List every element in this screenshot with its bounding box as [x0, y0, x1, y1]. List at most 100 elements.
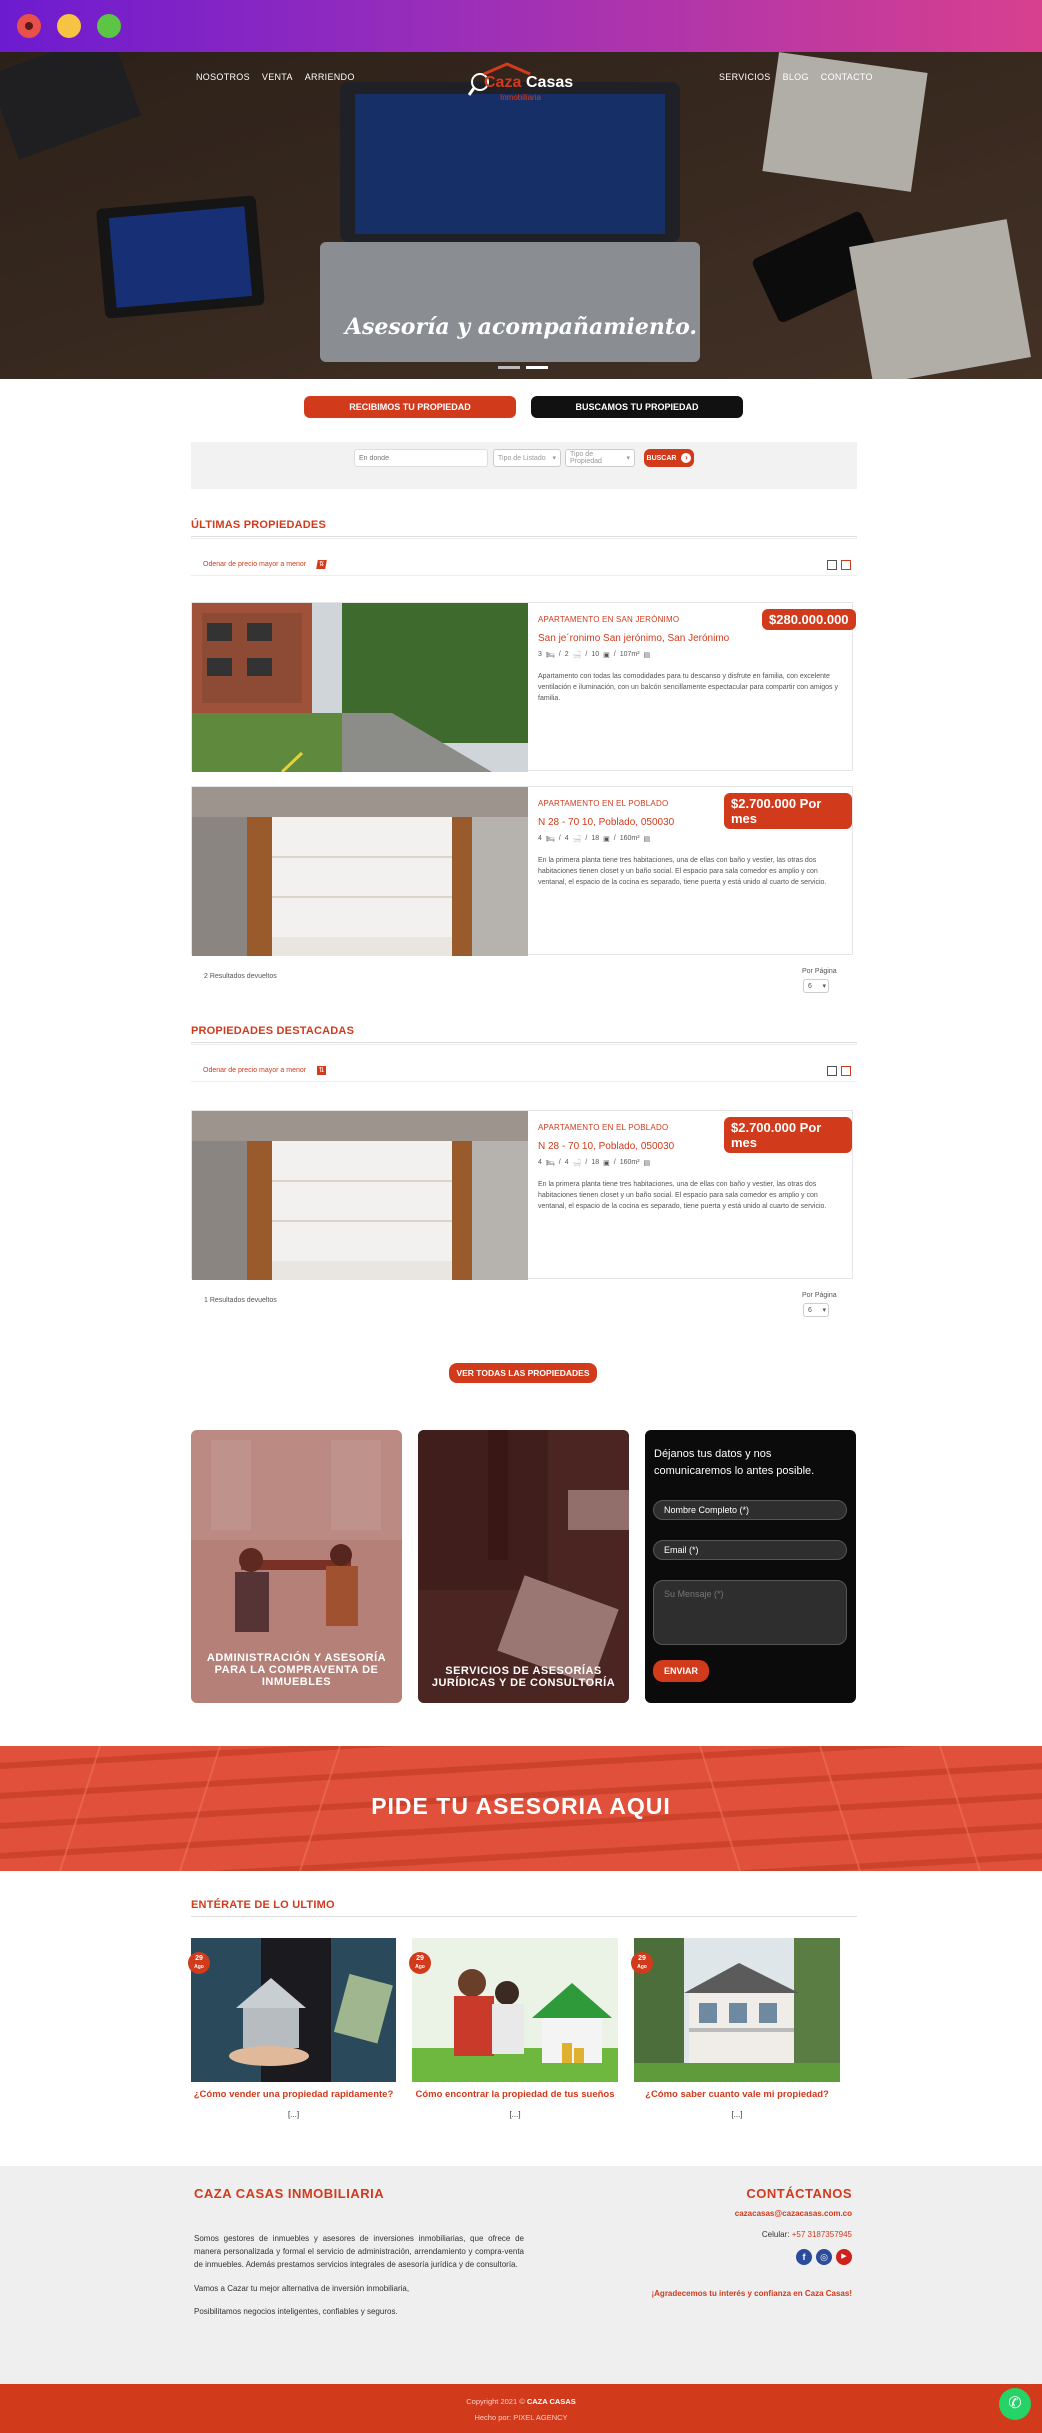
- property-title[interactable]: APARTAMENTO EN EL POBLADO: [538, 1123, 668, 1132]
- chevron-down-icon: ▾: [822, 1307, 826, 1314]
- property-address: N 28 - 70 10, Poblado, 050030: [538, 1141, 675, 1152]
- sort-order-icon[interactable]: ⇅: [316, 560, 327, 569]
- consultation-banner[interactable]: PIDE TU ASESORIA AQUI: [0, 1746, 1042, 1871]
- main-nav-left: NOSOTROS VENTA ARRIENDO: [196, 72, 355, 82]
- area-icon: ▤: [643, 1160, 651, 1167]
- whatsapp-icon[interactable]: ✆: [999, 2388, 1031, 2420]
- main-nav-right: SERVICIOS BLOG CONTACTO: [719, 72, 873, 82]
- bedrooms-count: 4: [538, 835, 542, 842]
- blog-post-excerpt: [...]: [287, 2110, 300, 2119]
- post-date-badge: 29 Ago: [409, 1952, 431, 1974]
- receive-property-button[interactable]: RECIBIMOS TU PROPIEDAD: [304, 396, 516, 418]
- property-title[interactable]: APARTAMENTO EN SAN JERÓNIMO: [538, 615, 679, 624]
- message-field[interactable]: Su Mensaje (*): [653, 1580, 847, 1645]
- social-links: f ◎ ▶: [796, 2249, 852, 2265]
- sort-dropdown[interactable]: Odenar de precio mayor a menor: [203, 1067, 306, 1074]
- per-page-value: 6: [808, 1306, 812, 1314]
- area-icon: ▤: [643, 836, 651, 843]
- nav-blog[interactable]: BLOG: [783, 72, 809, 82]
- post-month: Ago: [194, 1964, 204, 1970]
- property-description: En la primera planta tiene tres habitaci…: [538, 857, 827, 886]
- youtube-icon[interactable]: ▶: [836, 2249, 852, 2265]
- property-description: Apartamento con todas las comodidades pa…: [538, 673, 838, 702]
- property-card[interactable]: APARTAMENTO EN EL POBLADO $2.700.000 Por…: [191, 786, 853, 956]
- hero-caption: Asesoría y acompañamiento.: [344, 314, 698, 340]
- copyright-brand: CAZA CASAS: [526, 2397, 576, 2406]
- chevron-down-icon: ▾: [552, 455, 556, 462]
- location-input[interactable]: [354, 449, 488, 467]
- nav-servicios[interactable]: SERVICIOS: [719, 72, 771, 82]
- footer-about: Somos gestores de inmuebles y asesores d…: [194, 2234, 524, 2269]
- made-by-text[interactable]: Hecho por: PIXEL AGENCY: [0, 2413, 1042, 2422]
- close-window-button[interactable]: [17, 14, 41, 38]
- bathrooms-count: 2: [564, 651, 569, 658]
- chevron-down-icon: ▾: [822, 983, 826, 990]
- footer-email[interactable]: cazacasas@cazacasas.com.co: [735, 2209, 852, 2218]
- listing-type-value: Tipo de Listado: [498, 454, 546, 462]
- banner-title: PIDE TU ASESORIA AQUI: [371, 1793, 671, 1819]
- see-all-properties-button[interactable]: VER TODAS LAS PROPIEDADES: [449, 1363, 597, 1383]
- blog-post-image[interactable]: [412, 1938, 618, 2082]
- blog-post-title[interactable]: ¿Cómo saber cuanto vale mi propiedad?: [634, 2089, 840, 2100]
- property-type-select[interactable]: Tipo de Propiedad ▾: [565, 449, 635, 467]
- service-card-legal[interactable]: SERVICIOS DE ASESORÍAS JURÍDICAS Y DE CO…: [418, 1430, 629, 1703]
- area-value: 107m²: [619, 651, 640, 658]
- bed-icon: 🛏: [545, 652, 555, 659]
- maximize-window-button[interactable]: [97, 14, 121, 38]
- minimize-window-button[interactable]: [57, 14, 81, 38]
- nav-arriendo[interactable]: ARRIENDO: [305, 72, 355, 82]
- post-month: Ago: [637, 1964, 647, 1970]
- sort-dropdown[interactable]: Odenar de precio mayor a menor: [203, 561, 306, 568]
- family-house-photo: [412, 1938, 618, 2082]
- facebook-icon[interactable]: f: [796, 2249, 812, 2265]
- sort-order-icon[interactable]: ⇅: [317, 1066, 326, 1075]
- footer-thanks: ¡Agradecemos tu interés y confianza en C…: [651, 2289, 852, 2298]
- nav-venta[interactable]: VENTA: [262, 72, 293, 82]
- email-field[interactable]: Email (*): [653, 1540, 847, 1560]
- service-title: ADMINISTRACIÓN Y ASESORÍA PARA LA COMPRA…: [206, 1652, 387, 1688]
- property-title[interactable]: APARTAMENTO EN EL POBLADO: [538, 799, 668, 808]
- property-card[interactable]: APARTAMENTO EN EL POBLADO $2.700.000 Por…: [191, 1110, 853, 1280]
- listing-type-select[interactable]: Tipo de Listado ▾: [493, 449, 561, 467]
- per-page-value: 6: [808, 982, 812, 990]
- grid-view-icon[interactable]: [827, 560, 837, 570]
- instagram-icon[interactable]: ◎: [816, 2249, 832, 2265]
- blog-post-title[interactable]: ¿Cómo vender una propiedad rapidamente?: [191, 2089, 396, 2100]
- list-view-icon[interactable]: [841, 560, 851, 570]
- blog-post-image[interactable]: [634, 1938, 840, 2082]
- search-button[interactable]: BUSCAR ›: [644, 449, 694, 467]
- logo-word-casas: Casas: [526, 74, 574, 91]
- blog-post-title[interactable]: Cómo encontrar la propiedad de tus sueño…: [412, 2089, 618, 2100]
- name-field[interactable]: Nombre Completo (*): [653, 1500, 847, 1520]
- search-property-button[interactable]: BUSCAMOS TU PROPIEDAD: [531, 396, 743, 418]
- property-photo[interactable]: [192, 603, 528, 772]
- latest-properties-title: ÚLTIMAS PROPIEDADES: [191, 519, 326, 531]
- property-type-value: Tipo de Propiedad: [570, 451, 602, 465]
- post-month: Ago: [415, 1964, 425, 1970]
- property-photo[interactable]: [192, 1111, 528, 1280]
- service-card-admin[interactable]: ADMINISTRACIÓN Y ASESORÍA PARA LA COMPRA…: [191, 1430, 402, 1703]
- per-page-select[interactable]: 6 ▾: [803, 1303, 829, 1317]
- copyright-text: Copyright 2021 © CAZA CASAS: [0, 2397, 1042, 2406]
- bed-icon: 🛏: [545, 836, 555, 843]
- property-photo[interactable]: [192, 787, 528, 956]
- list-view-icon[interactable]: [841, 1066, 851, 1076]
- slider-dot-2-active[interactable]: [526, 366, 548, 369]
- site-logo[interactable]: Caza Casas Inmobiliaria: [468, 62, 588, 102]
- bathrooms-count: 4: [564, 835, 569, 842]
- slider-dot-1[interactable]: [498, 366, 520, 369]
- contact-form-heading: Déjanos tus datos y nos comunicaremos lo…: [654, 1448, 815, 1477]
- bedrooms-count: 3: [538, 651, 542, 658]
- property-card[interactable]: APARTAMENTO EN SAN JERÓNIMO $280.000.000…: [191, 602, 856, 772]
- submit-button[interactable]: ENVIAR: [653, 1660, 709, 1682]
- photo-icon: ▣: [603, 652, 610, 659]
- nav-nosotros[interactable]: NOSOTROS: [196, 72, 250, 82]
- post-day: 29: [195, 1955, 203, 1962]
- grid-view-icon[interactable]: [827, 1066, 837, 1076]
- blog-post-image[interactable]: [191, 1938, 396, 2082]
- photos-count: 10: [591, 651, 600, 658]
- per-page-select[interactable]: 6 ▾: [803, 979, 829, 993]
- property-address: N 28 - 70 10, Poblado, 050030: [538, 817, 675, 828]
- nav-contacto[interactable]: CONTACTO: [821, 72, 873, 82]
- phone-number[interactable]: +57 3187357945: [792, 2230, 852, 2239]
